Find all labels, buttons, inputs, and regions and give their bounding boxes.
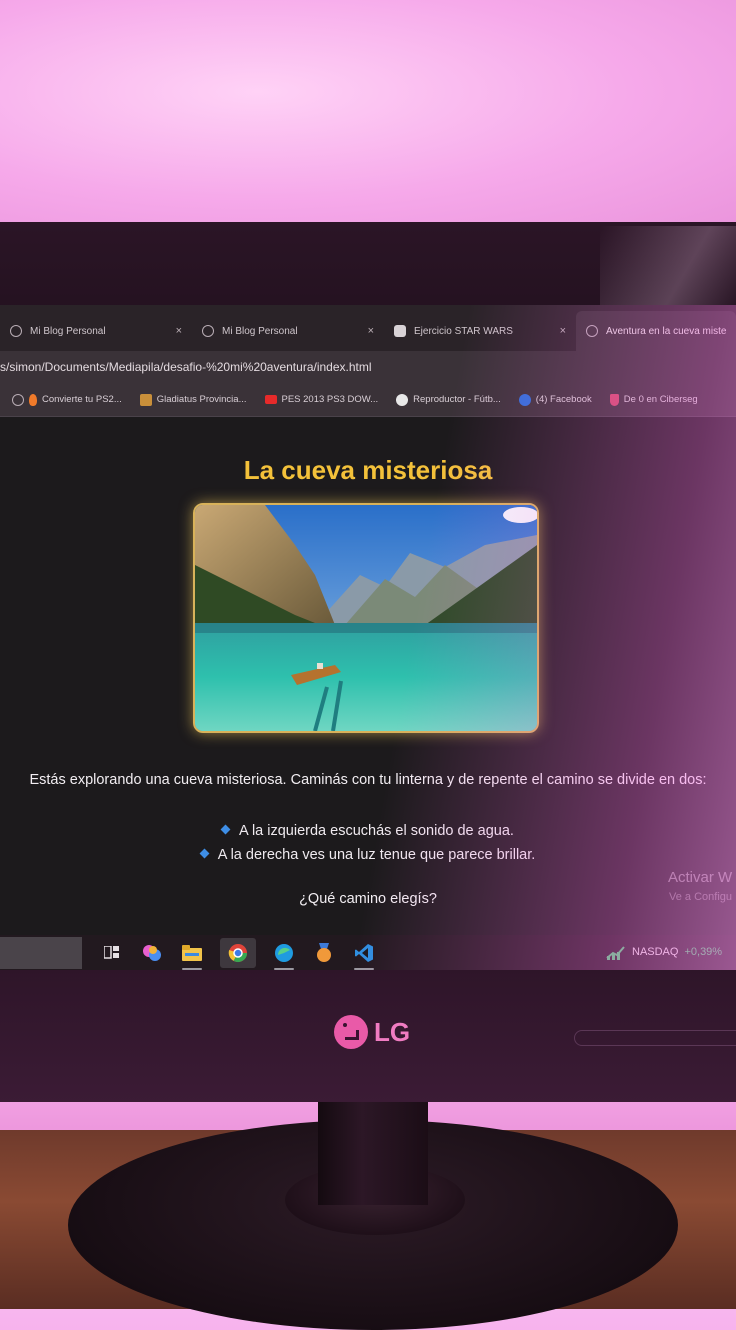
globe-icon <box>586 325 598 337</box>
vscode-glyph <box>355 943 373 962</box>
close-icon[interactable]: × <box>176 325 182 337</box>
close-icon[interactable]: × <box>368 325 374 337</box>
tab-aventura[interactable]: Aventura en la cueva miste <box>576 311 736 351</box>
taskbar-search-box[interactable] <box>0 936 82 969</box>
bezel-reflection <box>600 226 736 306</box>
bookmark-pes-2013[interactable]: PES 2013 PS3 DOW... <box>264 394 379 405</box>
chrome-glyph <box>228 943 247 962</box>
copilot-glyph <box>143 944 161 961</box>
copilot-icon[interactable] <box>140 941 164 965</box>
lg-logo: LG <box>334 1015 410 1049</box>
page-content: La cueva misteriosa Estás explorando una… <box>0 417 736 935</box>
gladiator-icon <box>139 393 152 406</box>
tab-star-wars[interactable]: Ejercicio STAR WARS × <box>384 311 576 351</box>
globe-icon <box>12 393 24 406</box>
fire-icon <box>29 393 37 406</box>
monitor-control-buttons[interactable] <box>574 1030 736 1046</box>
stormtrooper-icon <box>394 325 406 337</box>
option-left: A la izquierda escuchás el sonido de agu… <box>0 819 736 843</box>
address-bar[interactable]: s/simon/Documents/Mediapila/desafio-%20m… <box>0 351 736 383</box>
medal-app-icon[interactable] <box>312 941 336 965</box>
edge-glyph <box>275 943 293 962</box>
close-icon[interactable]: × <box>560 325 566 337</box>
screen: Mi Blog Personal × Mi Blog Personal × Ej… <box>0 305 736 970</box>
bookmark-label: De 0 en Ciberseg <box>623 394 698 405</box>
ticker-change: +0,39% <box>684 946 723 958</box>
bookmark-ciberseguridad[interactable]: De 0 en Ciberseg <box>609 393 698 406</box>
soccer-icon <box>396 393 409 406</box>
tab-title: Mi Blog Personal <box>30 325 106 337</box>
brand-text: LG <box>374 1016 411 1047</box>
intro-text: Estás explorando una cueva misteriosa. C… <box>29 772 707 788</box>
bookmark-convierte-ps2[interactable]: Convierte tu PS2... <box>12 393 122 406</box>
stock-ticker-widget[interactable]: NASDAQ +0,39% <box>606 944 722 960</box>
lg-face-icon <box>334 1015 368 1049</box>
tab-title: Ejercicio STAR WARS <box>414 325 513 337</box>
question-text: ¿Qué camino elegís? <box>299 891 437 907</box>
youtube-icon <box>264 395 277 404</box>
url-text: s/simon/Documents/Mediapila/desafio-%20m… <box>0 360 372 374</box>
bookmark-label: Convierte tu PS2... <box>42 394 122 405</box>
ticker-name: NASDAQ <box>632 946 679 958</box>
bookmark-label: Reproductor - Fútb... <box>413 394 501 405</box>
diamond-bullet-icon <box>199 848 210 859</box>
wall <box>0 0 736 230</box>
diamond-bullet-icon <box>220 824 231 835</box>
tab-blog-1[interactable]: Mi Blog Personal × <box>0 311 192 351</box>
facebook-icon <box>518 393 531 406</box>
vscode-icon[interactable] <box>352 941 376 970</box>
shield-icon <box>609 393 619 406</box>
bookmark-reproductor-futbol[interactable]: Reproductor - Fútb... <box>396 393 501 406</box>
globe-icon <box>202 325 214 337</box>
tab-title: Mi Blog Personal <box>222 325 298 337</box>
bookmark-label: PES 2013 PS3 DOW... <box>281 394 379 405</box>
edge-icon[interactable] <box>272 941 296 970</box>
task-view-icon[interactable] <box>100 941 124 965</box>
bookmark-label: Gladiatus Provincia... <box>156 394 247 405</box>
activate-windows-watermark: Activar W <box>668 869 733 886</box>
globe-icon <box>10 325 22 337</box>
bookmarks-bar: Convierte tu PS2... Gladiatus Provincia.… <box>0 383 736 417</box>
taskbar: NASDAQ +0,39% <box>0 935 736 970</box>
page-title: La cueva misteriosa <box>243 455 493 485</box>
mountain-lake-image <box>195 505 537 731</box>
tab-blog-2[interactable]: Mi Blog Personal × <box>192 311 384 351</box>
option-right: A la derecha ves una luz tenue que parec… <box>0 843 736 867</box>
medal-glyph <box>317 942 331 962</box>
bookmark-facebook[interactable]: (4) Facebook <box>518 393 592 406</box>
trend-up-icon <box>606 946 625 960</box>
bookmark-label: (4) Facebook <box>535 394 592 405</box>
folder-glyph <box>182 944 202 961</box>
options-list: A la izquierda escuchás el sonido de agu… <box>0 819 736 867</box>
lake-photo <box>193 503 539 733</box>
tab-title: Aventura en la cueva miste <box>606 325 727 337</box>
tab-bar: Mi Blog Personal × Mi Blog Personal × Ej… <box>0 305 736 351</box>
activate-windows-subtext: Ve a Configu <box>669 891 732 903</box>
bookmark-gladiatus[interactable]: Gladiatus Provincia... <box>139 393 247 406</box>
file-explorer-icon[interactable] <box>180 941 204 970</box>
option-text: A la derecha ves una luz tenue que parec… <box>217 847 536 863</box>
option-text: A la izquierda escuchás el sonido de agu… <box>239 823 514 839</box>
chrome-icon[interactable] <box>220 937 256 968</box>
task-view-glyph <box>104 945 119 959</box>
